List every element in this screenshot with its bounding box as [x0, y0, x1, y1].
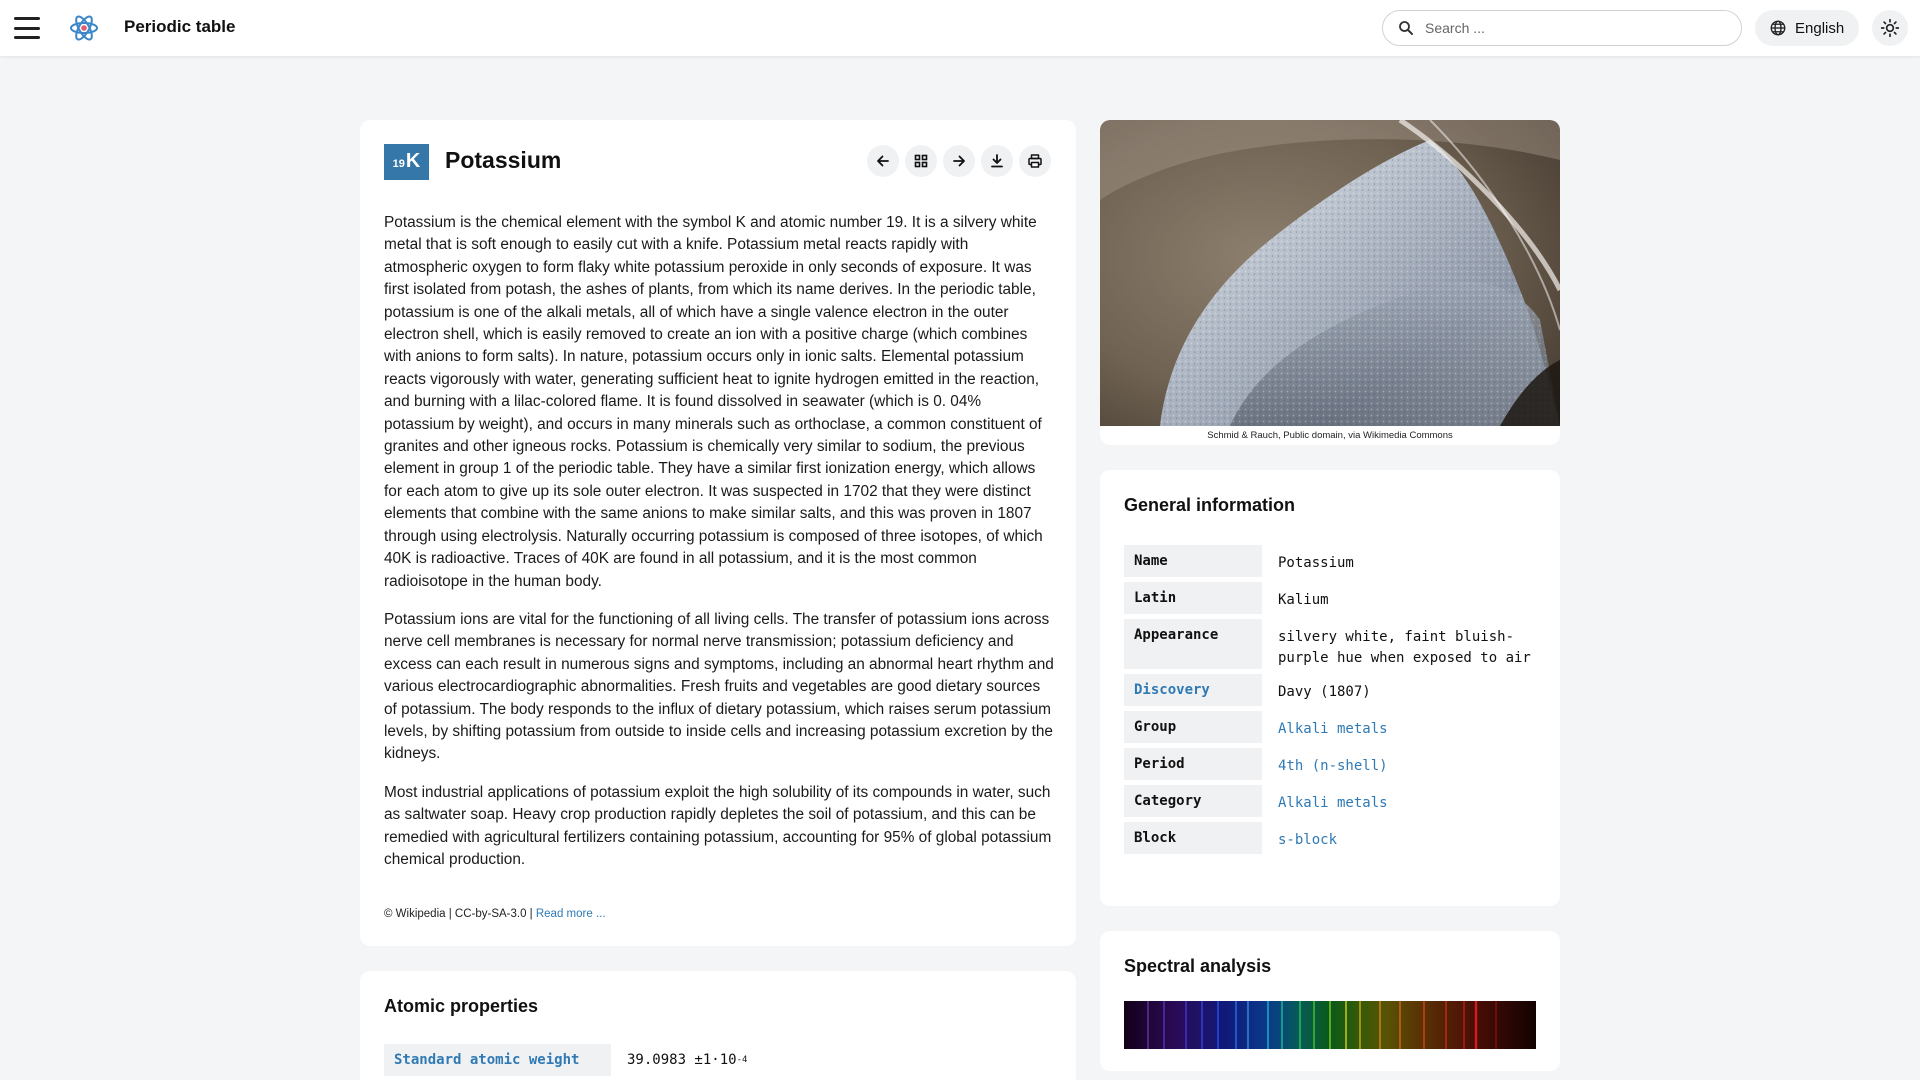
previous-element-button[interactable] [867, 145, 899, 177]
atom-logo-icon[interactable] [68, 12, 100, 44]
period-link[interactable]: 4th (n-shell) [1262, 748, 1536, 780]
info-value: silvery white, faint bluish-purple hue w… [1278, 629, 1531, 666]
article-credit: © Wikipedia | CC-by-SA-3.0 | Read more .… [384, 908, 606, 920]
download-button[interactable] [981, 145, 1013, 177]
info-row-period: Period 4th (n-shell) [1124, 748, 1536, 780]
sun-icon [1880, 18, 1900, 38]
info-label: Block [1124, 822, 1262, 854]
general-information-table: Name Potassium Latin Kalium Appearance s… [1124, 545, 1536, 859]
search-box[interactable] [1382, 10, 1742, 46]
article-text: Potassium is the chemical element with t… [384, 212, 1054, 887]
read-more-link[interactable]: Read more ... [536, 908, 606, 920]
info-row-group: Group Alkali metals [1124, 711, 1536, 743]
element-badge: 19 K [384, 144, 429, 180]
search-icon [1399, 21, 1413, 35]
article-paragraph: Potassium ions are vital for the functio… [384, 610, 1054, 763]
atomic-weight-label[interactable]: Standard atomic weight [384, 1044, 611, 1076]
print-button[interactable] [1019, 145, 1051, 177]
language-button[interactable]: English [1755, 10, 1859, 46]
element-image-card: Schmid & Rauch, Public domain, via Wikim… [1100, 120, 1560, 445]
language-label: English [1795, 19, 1845, 37]
emission-spectrum-image[interactable] [1124, 1001, 1536, 1049]
info-row-appearance: Appearance silvery white, faint bluish-p… [1124, 619, 1536, 669]
atomic-properties-title: Atomic properties [384, 996, 539, 1016]
spectral-analysis-card: Spectral analysis [1100, 931, 1560, 1071]
element-description-card: 19 K Potassium Potassium is the chemical… [360, 120, 1076, 946]
print-icon [1028, 154, 1042, 168]
general-information-card: General information Name Potassium Latin… [1100, 470, 1560, 906]
arrow-right-icon [953, 155, 965, 167]
atomic-weight-row: Standard atomic weight 39.0983 ±1·10 -4 [384, 1044, 747, 1076]
atomic-properties-card: Atomic properties Standard atomic weight… [360, 971, 1076, 1080]
credit-text: © Wikipedia | CC-by-SA-3.0 | [384, 908, 533, 920]
discovery-link[interactable]: Discovery [1124, 674, 1262, 706]
group-link[interactable]: Alkali metals [1262, 711, 1536, 743]
grid-icon [914, 154, 928, 168]
article-paragraph: Potassium is the chemical element with t… [384, 214, 1043, 590]
spectral-analysis-title: Spectral analysis [1124, 956, 1272, 976]
image-caption: Schmid & Rauch, Public domain, via Wikim… [1207, 430, 1453, 441]
element-photo[interactable] [1100, 120, 1560, 426]
info-row-discovery: Discovery Davy (1807) [1124, 674, 1536, 706]
category-link[interactable]: Alkali metals [1262, 785, 1536, 817]
info-label: Latin [1124, 582, 1262, 614]
atomic-weight-exponent: -4 [736, 1055, 748, 1065]
search-input[interactable] [1425, 20, 1715, 36]
article-paragraph: Most industrial applications of potassiu… [384, 783, 1052, 868]
info-label: Period [1124, 748, 1262, 780]
info-row-name: Name Potassium [1124, 545, 1536, 577]
globe-icon [1770, 20, 1786, 36]
info-row-category: Category Alkali metals [1124, 785, 1536, 817]
general-information-title: General information [1124, 495, 1296, 515]
download-icon [991, 154, 1003, 168]
block-link[interactable]: s-block [1262, 822, 1536, 854]
element-symbol: K [405, 150, 421, 172]
info-value: Kalium [1278, 592, 1329, 608]
info-value: Davy (1807) [1278, 684, 1371, 700]
element-toolbar [867, 145, 1051, 177]
atomic-weight-value: 39.0983 ±1·10 -4 [627, 1044, 747, 1076]
atomic-number: 19 [392, 158, 405, 170]
info-row-latin: Latin Kalium [1124, 582, 1536, 614]
app-title[interactable]: Periodic table [124, 17, 235, 37]
info-label: Category [1124, 785, 1262, 817]
info-label: Group [1124, 711, 1262, 743]
table-view-button[interactable] [905, 145, 937, 177]
arrow-left-icon [877, 155, 889, 167]
info-row-block: Block s-block [1124, 822, 1536, 854]
info-label: Appearance [1124, 619, 1262, 669]
next-element-button[interactable] [943, 145, 975, 177]
theme-toggle-button[interactable] [1872, 10, 1908, 46]
info-value: Potassium [1278, 555, 1354, 571]
element-name: Potassium [445, 147, 562, 173]
info-label: Name [1124, 545, 1262, 577]
menu-icon[interactable] [14, 17, 40, 39]
atomic-weight-number: 39.0983 ±1·10 [627, 1052, 737, 1068]
top-app-bar: Periodic table English [0, 0, 1920, 56]
